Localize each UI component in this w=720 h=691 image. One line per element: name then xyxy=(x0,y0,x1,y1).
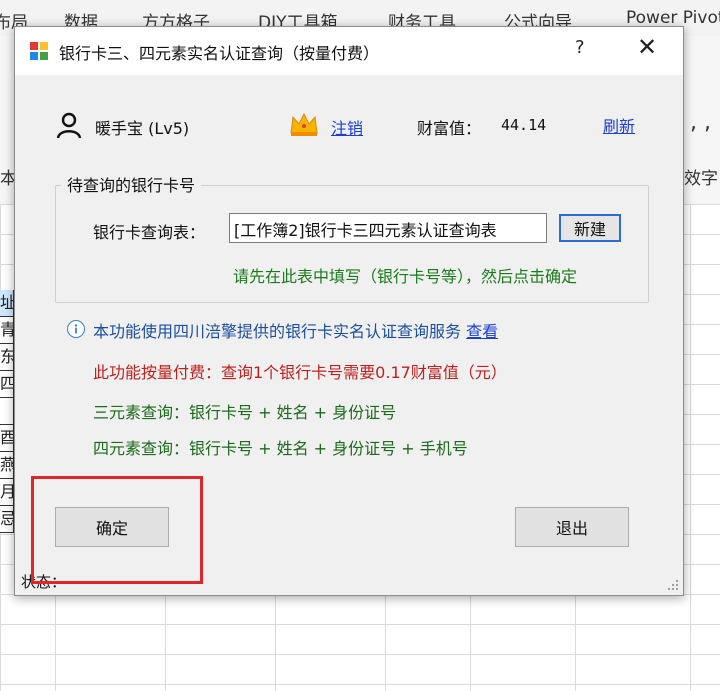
sheet-cell[interactable]: 酉 xyxy=(0,425,14,452)
service-description: 本功能使用四川涪擎提供的银行卡实名认证查询服务 xyxy=(93,322,462,341)
query-table-label: 银行卡查询表： xyxy=(93,223,206,242)
help-button[interactable]: ? xyxy=(575,37,585,58)
dialog-title: 银行卡三、四元素实名认证查询（按量付费） xyxy=(59,44,380,63)
info-icon xyxy=(67,320,85,338)
wealth-value: 44.14 xyxy=(501,116,547,134)
logout-link[interactable]: 注销 xyxy=(331,115,363,139)
sheet-cell[interactable]: 忌 xyxy=(0,506,14,533)
exit-button[interactable]: 退出 xyxy=(515,507,629,547)
sheet-cell[interactable] xyxy=(0,398,14,425)
app-icon xyxy=(30,42,48,60)
refresh-link[interactable]: 刷新 xyxy=(603,113,635,137)
ribbon-tab-powerpivot[interactable]: Power Pivot xyxy=(626,8,720,28)
close-button[interactable]: ✕ xyxy=(637,33,657,61)
sheet-cell[interactable]: 四 xyxy=(0,371,14,398)
sheet-cell[interactable]: 青 xyxy=(0,317,14,344)
ribbon-fragment-comma: , , xyxy=(690,110,711,135)
user-info-row: 暖手宝 (Lv5) 注销 财富值： 44.14 刷新 xyxy=(15,112,683,143)
query-group-title: 待查询的银行卡号 xyxy=(61,172,202,196)
new-table-button[interactable]: 新建 xyxy=(559,214,621,242)
sheet-cell[interactable]: 月 xyxy=(0,479,14,506)
service-info-text: 本功能使用四川涪擎提供的银行卡实名认证查询服务 查看 xyxy=(93,318,498,342)
sheet-left-cells: 址 青 东 四 酉 燕 月 忌 xyxy=(0,290,14,533)
wealth-label: 财富值： xyxy=(417,119,482,138)
view-link[interactable]: 查看 xyxy=(466,322,498,341)
crown-icon xyxy=(290,112,318,136)
sheet-cell[interactable]: 址 xyxy=(0,290,14,317)
sheet-cell[interactable]: 燕 xyxy=(0,452,14,479)
resize-grip-icon[interactable] xyxy=(665,577,679,591)
query-table-input[interactable]: [工作簿2]银行卡三四元素认证查询表 xyxy=(229,213,547,243)
ribbon-fragment-text: 效字 xyxy=(684,169,718,189)
user-icon xyxy=(56,112,82,139)
four-element-text: 四元素查询：银行卡号 + 姓名 + 身份证号 + 手机号 xyxy=(93,439,468,458)
three-element-text: 三元素查询：银行卡号 + 姓名 + 身份证号 xyxy=(93,403,397,422)
ok-button-highlight-box xyxy=(31,476,203,584)
dialog-titlebar[interactable]: 银行卡三、四元素实名认证查询（按量付费） ? ✕ xyxy=(15,27,683,75)
fee-text: 此功能按量付费：查询1个银行卡号需要0.17财富值（元） xyxy=(93,363,507,382)
user-name: 暖手宝 (Lv5) xyxy=(95,119,190,138)
query-hint-text: 请先在此表中填写（银行卡号等），然后点击确定 xyxy=(233,267,578,286)
sheet-cell[interactable]: 东 xyxy=(0,344,14,371)
